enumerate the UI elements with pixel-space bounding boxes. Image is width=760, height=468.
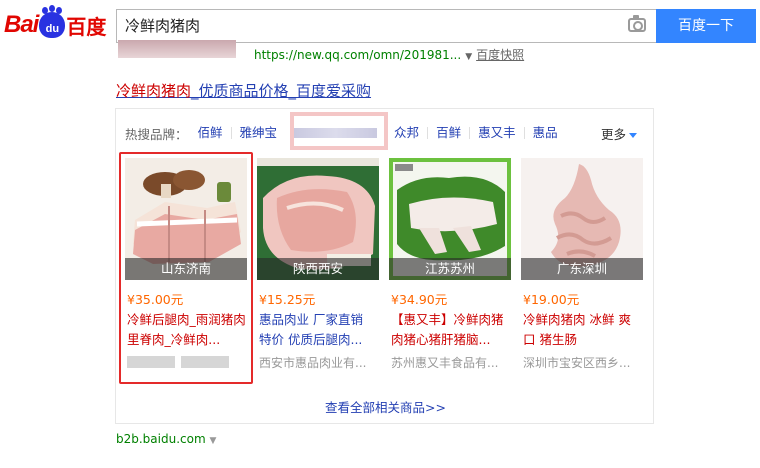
more-brands-button[interactable]: 更多	[601, 124, 637, 143]
source-url[interactable]: b2b.baidu.com ▼	[116, 432, 216, 446]
product-price: ¥19.00元	[523, 292, 580, 307]
product-list: 山东济南 ¥35.00元 冷鲜后腿肉_雨润猪肉里脊肉_冷鲜肉... 陕西西安 ¥…	[119, 152, 647, 384]
brand-link[interactable]: 雅绅宝	[230, 126, 286, 139]
blurred-seller	[181, 355, 229, 368]
product-image[interactable]: 山东济南	[125, 158, 247, 280]
snapshot-link[interactable]: 百度快照	[476, 48, 524, 62]
product-location: 广东深圳	[521, 258, 643, 280]
previous-result-url[interactable]: https://new.qq.com/omn/201981... ▼ 百度快照	[254, 46, 524, 63]
logo-cn-text: 百度	[66, 14, 107, 39]
logo-bai-text: Bai	[4, 11, 39, 38]
product-seller[interactable]: 深圳市宝安区西乡...	[523, 354, 641, 371]
previous-result-thumbnail[interactable]	[118, 40, 236, 58]
blur-highlight-box	[290, 112, 388, 150]
product-seller[interactable]: 苏州惠又丰食品有...	[391, 354, 509, 371]
product-price: ¥35.00元	[127, 292, 184, 307]
paw-icon: du	[39, 7, 66, 38]
result-title-link[interactable]: 冷鲜肉猪肉_优质商品价格_百度爱采购	[116, 80, 371, 101]
product-title-link[interactable]: 冷鲜肉猪肉 冰鲜 爽口 猪生肠	[523, 310, 643, 350]
product-item[interactable]: 广东深圳 ¥19.00元 冷鲜肉猪肉 冰鲜 爽口 猪生肠 深圳市宝安区西乡...	[521, 158, 643, 378]
blurred-seller	[127, 355, 175, 368]
result-title-highlight: 冷鲜肉猪肉	[116, 82, 192, 100]
product-image[interactable]: 广东深圳	[521, 158, 643, 280]
product-price: ¥15.25元	[259, 292, 316, 307]
product-item[interactable]: 江苏苏州 ¥34.90元 【惠又丰】冷鲜肉猪肉猪心猪肝猪脑... 苏州惠又丰食品…	[389, 158, 511, 378]
product-item[interactable]: 陕西西安 ¥15.25元 惠品肉业 厂家直销 特价 优质后腿肉... 西安市惠品…	[257, 158, 379, 378]
result-title-rest: _优质商品价格_百度爱采购	[191, 82, 372, 100]
product-item[interactable]: 山东济南 ¥35.00元 冷鲜后腿肉_雨润猪肉里脊肉_冷鲜肉...	[119, 152, 253, 384]
brand-link[interactable]: 百鲜	[427, 126, 469, 139]
product-price: ¥34.90元	[391, 292, 448, 307]
search-query[interactable]: 冷鲜肉猪肉	[125, 10, 200, 42]
product-location: 山东济南	[125, 258, 247, 280]
product-card: 热搜品牌： 佰鲜 雅绅宝 众邦 百鲜 惠又丰 惠品 更多 山东济南 ¥35.00…	[115, 108, 654, 424]
hot-brands-label: 热搜品牌：	[125, 126, 188, 142]
chevron-down-icon[interactable]: ▼	[209, 436, 216, 446]
product-title-link[interactable]: 冷鲜后腿肉_雨润猪肉里脊肉_冷鲜肉...	[127, 310, 247, 350]
brand-link[interactable]: 佰鲜	[198, 126, 231, 139]
search-input[interactable]: 冷鲜肉猪肉	[116, 9, 656, 43]
chevron-down-icon[interactable]: ▼	[465, 52, 472, 62]
brand-link[interactable]: 众邦	[385, 126, 427, 139]
product-title-link[interactable]: 惠品肉业 厂家直销 特价 优质后腿肉...	[259, 310, 379, 350]
chevron-down-icon	[629, 133, 637, 138]
product-location: 陕西西安	[257, 258, 379, 280]
baidu-logo[interactable]: Bai du 百度	[4, 7, 108, 40]
view-all-products-link[interactable]: 查看全部相关商品>>	[116, 397, 655, 416]
product-seller[interactable]	[127, 354, 245, 368]
search-button[interactable]: 百度一下	[656, 9, 756, 43]
product-image[interactable]: 江苏苏州	[389, 158, 511, 280]
product-seller[interactable]: 西安市惠品肉业有...	[259, 354, 377, 371]
product-title-link[interactable]: 【惠又丰】冷鲜肉猪肉猪心猪肝猪脑...	[391, 310, 511, 350]
brand-link[interactable]: 惠品	[523, 126, 566, 139]
camera-icon[interactable]	[628, 15, 646, 32]
product-location: 江苏苏州	[389, 258, 511, 280]
brand-link[interactable]: 惠又丰	[469, 126, 524, 139]
product-image[interactable]: 陕西西安	[257, 158, 379, 280]
